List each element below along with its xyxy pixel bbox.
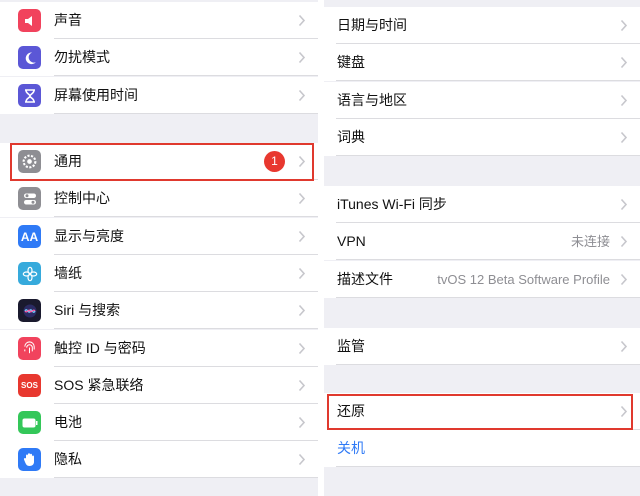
settings-row-privacy[interactable]: 隐私 [0,441,318,478]
row-label: 隐私 [54,451,82,467]
hand-icon [18,448,41,471]
settings-row-touch-id[interactable]: 触控 ID 与密码 [0,330,318,367]
settings-row-general[interactable]: 通用 1 [0,143,318,180]
speaker-icon [18,9,41,32]
settings-row-shutdown[interactable]: 关机 [324,430,640,467]
chevron-right-icon [298,453,306,466]
row-separator [336,297,640,298]
row-label: 关机 [337,440,365,456]
battery-icon [18,411,41,434]
row-label: 还原 [337,403,365,419]
row-detail: tvOS 12 Beta Software Profile [437,272,610,287]
settings-row-date-time[interactable]: 日期与时间 [324,7,640,44]
row-separator [336,80,640,81]
row-label: 墙纸 [54,265,82,281]
row-label: 显示与亮度 [54,228,124,244]
row-separator [54,477,318,478]
flower-icon [18,262,41,285]
chevron-right-icon [620,340,628,353]
settings-row-wallpaper[interactable]: 墙纸 [0,255,318,292]
chevron-right-icon [298,379,306,392]
settings-row-dictionary[interactable]: 词典 [324,119,640,156]
settings-row-itunes-sync[interactable]: iTunes Wi-Fi 同步 [324,186,640,223]
chevron-right-icon [298,342,306,355]
toggles-icon [18,187,41,210]
settings-left-panel: 声音勿扰模式屏幕使用时间 通用 1 控制中心 AA 显示与亮度墙纸 Siri 与搜索触控 I… [0,0,318,496]
row-label: 语言与地区 [337,92,407,108]
settings-row-dnd[interactable]: 勿扰模式 [0,39,318,76]
settings-row-keyboard[interactable]: 键盘 [324,44,640,81]
notification-badge: 1 [264,151,285,172]
siri-icon [18,299,41,322]
row-label: 描述文件 [337,271,393,287]
row-label: iTunes Wi-Fi 同步 [337,196,447,212]
settings-row-battery[interactable]: 电池 [0,404,318,441]
row-separator [54,75,318,76]
row-label: 词典 [337,129,365,145]
chevron-right-icon [620,94,628,107]
sos-icon: SOS [18,374,41,397]
settings-row-screen-time[interactable]: 屏幕使用时间 [0,77,318,114]
settings-row-profile[interactable]: 描述文件 tvOS 12 Beta Software Profile [324,261,640,298]
row-separator [54,216,318,217]
chevron-right-icon [620,198,628,211]
chevron-right-icon [298,89,306,102]
chevron-right-icon [298,192,306,205]
row-separator [336,466,640,467]
row-separator [54,113,318,114]
settings-row-sound[interactable]: 声音 [0,2,318,39]
row-label: 通用 [54,153,82,169]
chevron-right-icon [620,235,628,248]
settings-row-language-region[interactable]: 语言与地区 [324,82,640,119]
row-label: 监管 [337,338,365,354]
text-size-icon: AA [18,225,41,248]
settings-row-siri[interactable]: Siri 与搜索 [0,292,318,329]
row-label: 声音 [54,12,82,28]
chevron-right-icon [620,405,628,418]
chevron-right-icon [298,51,306,64]
settings-row-control-center[interactable]: 控制中心 [0,180,318,217]
row-label: 控制中心 [54,190,110,206]
chevron-right-icon [298,416,306,429]
chevron-right-icon [298,230,306,243]
row-label: VPN [337,233,366,249]
fingerprint-icon [18,337,41,360]
chevron-right-icon [298,304,306,317]
row-detail: 未连接 [570,234,610,249]
chevron-right-icon [620,56,628,69]
row-separator [54,328,318,329]
moon-icon [18,46,41,69]
settings-row-vpn[interactable]: VPN 未连接 [324,223,640,260]
chevron-right-icon [620,131,628,144]
row-label: 屏幕使用时间 [54,87,138,103]
row-label: Siri 与搜索 [54,302,121,318]
hourglass-icon [18,84,41,107]
settings-row-reset[interactable]: 还原 [324,393,640,430]
row-label: 键盘 [337,54,365,70]
chevron-right-icon [298,155,306,168]
chevron-right-icon [620,273,628,286]
row-separator [336,259,640,260]
chevron-right-icon [298,267,306,280]
settings-row-sos[interactable]: SOS SOS 紧急联络 [0,367,318,404]
chevron-right-icon [298,14,306,27]
chevron-right-icon [620,19,628,32]
row-label: 触控 ID 与密码 [54,340,146,356]
row-label: SOS 紧急联络 [54,377,144,393]
general-right-panel: 日期与时间键盘语言与地区词典 iTunes Wi-Fi 同步 VPN 未连接描述文件 t… [324,0,640,496]
row-separator [336,364,640,365]
row-label: 勿扰模式 [54,49,110,65]
row-separator [336,155,640,156]
row-label: 日期与时间 [337,17,407,33]
settings-row-supervision[interactable]: 监管 [324,328,640,365]
gear-icon [18,150,41,173]
row-label: 电池 [54,414,82,430]
settings-row-display[interactable]: AA 显示与亮度 [0,218,318,255]
